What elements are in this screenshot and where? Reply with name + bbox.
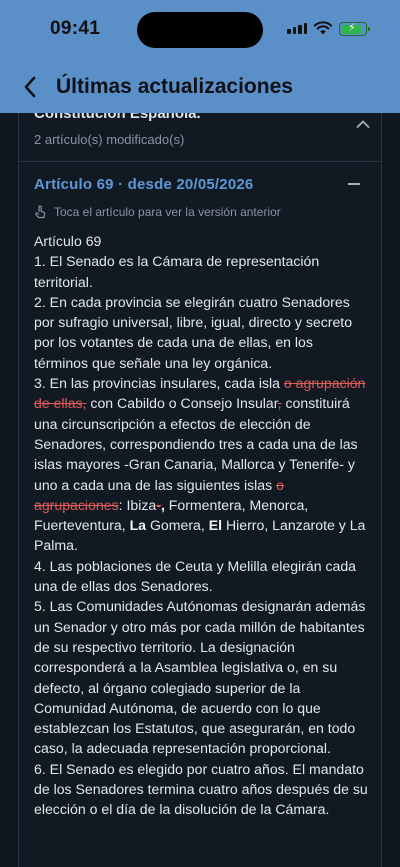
- paragraph-4: 4. Las poblaciones de Ceuta y Melilla el…: [34, 557, 357, 595]
- tap-hint: Toca el artículo para ver la versión ant…: [34, 205, 281, 219]
- wifi-icon: [313, 21, 333, 35]
- cellular-signal-icon: [287, 23, 307, 34]
- law-header[interactable]: Constitución Española. 2 artículo(s) mod…: [34, 113, 370, 158]
- page-title: Últimas actualizaciones: [56, 74, 293, 98]
- collapse-icon[interactable]: [348, 174, 362, 194]
- app-header: 09:41 ⚡ Últimas actualizaciones: [0, 0, 400, 113]
- article-name: Artículo 69: [34, 233, 102, 249]
- nav-bar: Últimas actualizaciones: [0, 60, 400, 113]
- status-time: 09:41: [50, 18, 101, 39]
- status-bar: 09:41 ⚡: [0, 0, 400, 60]
- article-heading[interactable]: Artículo 69 · desde 20/05/2026: [34, 176, 253, 193]
- paragraph-5: 5. Las Comunidades Autónomas designarán …: [34, 598, 366, 757]
- modified-count: 2 artículo(s) modificado(s): [34, 132, 185, 147]
- inserted-text: La: [129, 517, 147, 534]
- hint-text: Toca el artículo para ver la versión ant…: [54, 205, 281, 219]
- law-title: Constitución Española.: [34, 113, 201, 122]
- inserted-text: El: [208, 517, 223, 534]
- divider: [18, 161, 382, 162]
- back-button[interactable]: [6, 65, 54, 109]
- chevron-left-icon: [24, 76, 36, 97]
- tap-finger-icon: [35, 205, 46, 219]
- paragraph-2: 2. En cada provincia se elegirán cuatro …: [34, 293, 353, 371]
- battery-icon: ⚡: [339, 22, 370, 36]
- dynamic-island: [137, 12, 263, 48]
- article-body[interactable]: Artículo 69 1. El Senado es la Cámara de…: [34, 231, 370, 820]
- paragraph-1: 1. El Senado es la Cámara de representac…: [34, 253, 320, 290]
- chevron-up-icon[interactable]: [356, 119, 370, 129]
- paragraph-3: 3. En las provincias insulares, cada isl…: [34, 375, 366, 554]
- updates-list[interactable]: Constitución Española. 2 artículo(s) mod…: [0, 113, 400, 867]
- paragraph-6: 6. El Senado es elegido por cuatro años.…: [34, 760, 368, 818]
